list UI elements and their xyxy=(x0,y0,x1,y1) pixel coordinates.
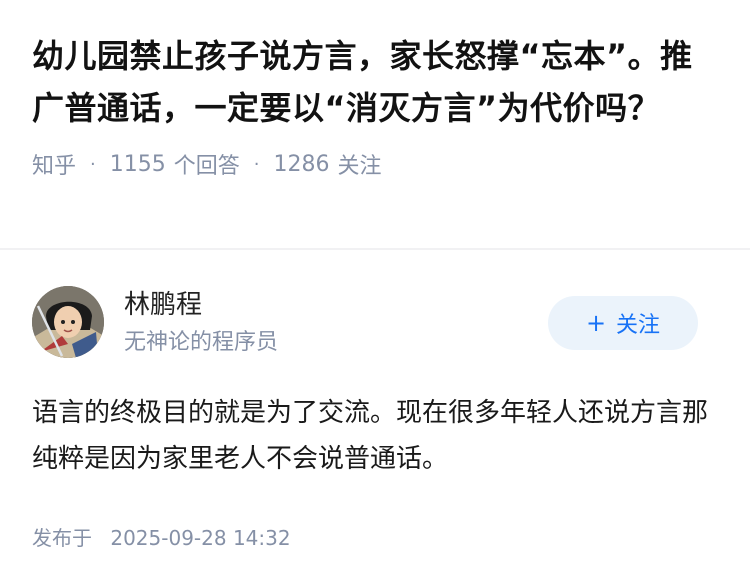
separator-dot: · xyxy=(253,153,260,175)
follow-count: 1286 xyxy=(273,151,330,177)
author-row: 林鹏程 无神论的程序员 + 关注 xyxy=(32,286,718,360)
avatar-cartoon-warrior-icon xyxy=(32,286,104,358)
publish-label: 发布于 xyxy=(32,526,92,550)
author-bio: 无神论的程序员 xyxy=(124,330,279,355)
zhihu-answer-page: 幼儿园禁止孩子说方言，家长怒撑“忘本”。推广普通话，一定要以“消灭方言”为代价吗… xyxy=(0,0,750,588)
answer-count: 1155 xyxy=(109,151,166,177)
publish-time: 2025-09-28 14:32 xyxy=(110,526,291,550)
follow-count-label: 关注 xyxy=(337,154,382,179)
question-title[interactable]: 幼儿园禁止孩子说方言，家长怒撑“忘本”。推广普通话，一定要以“消灭方言”为代价吗… xyxy=(32,30,718,134)
publish-info: 发布于 2025-09-28 14:32 xyxy=(32,522,291,551)
answer-content: 语言的终极目的就是为了交流。现在很多年轻人还说方言那纯粹是因为家里老人不会说普通… xyxy=(32,398,709,474)
source-label[interactable]: 知乎 xyxy=(32,148,76,180)
answer-count-label: 个回答 xyxy=(173,154,240,179)
avatar[interactable] xyxy=(32,286,104,358)
plus-icon: + xyxy=(585,309,607,337)
section-divider xyxy=(0,248,750,250)
follow-button[interactable]: + 关注 xyxy=(548,296,698,350)
question-meta: 知乎 · 1155 个回答 · 1286 关注 xyxy=(32,148,718,180)
follow-button-label: 关注 xyxy=(616,313,661,338)
separator-dot: · xyxy=(90,153,96,175)
question-header: 幼儿园禁止孩子说方言，家长怒撑“忘本”。推广普通话，一定要以“消灭方言”为代价吗… xyxy=(0,0,750,220)
author-name[interactable]: 林鹏程 xyxy=(124,288,202,322)
